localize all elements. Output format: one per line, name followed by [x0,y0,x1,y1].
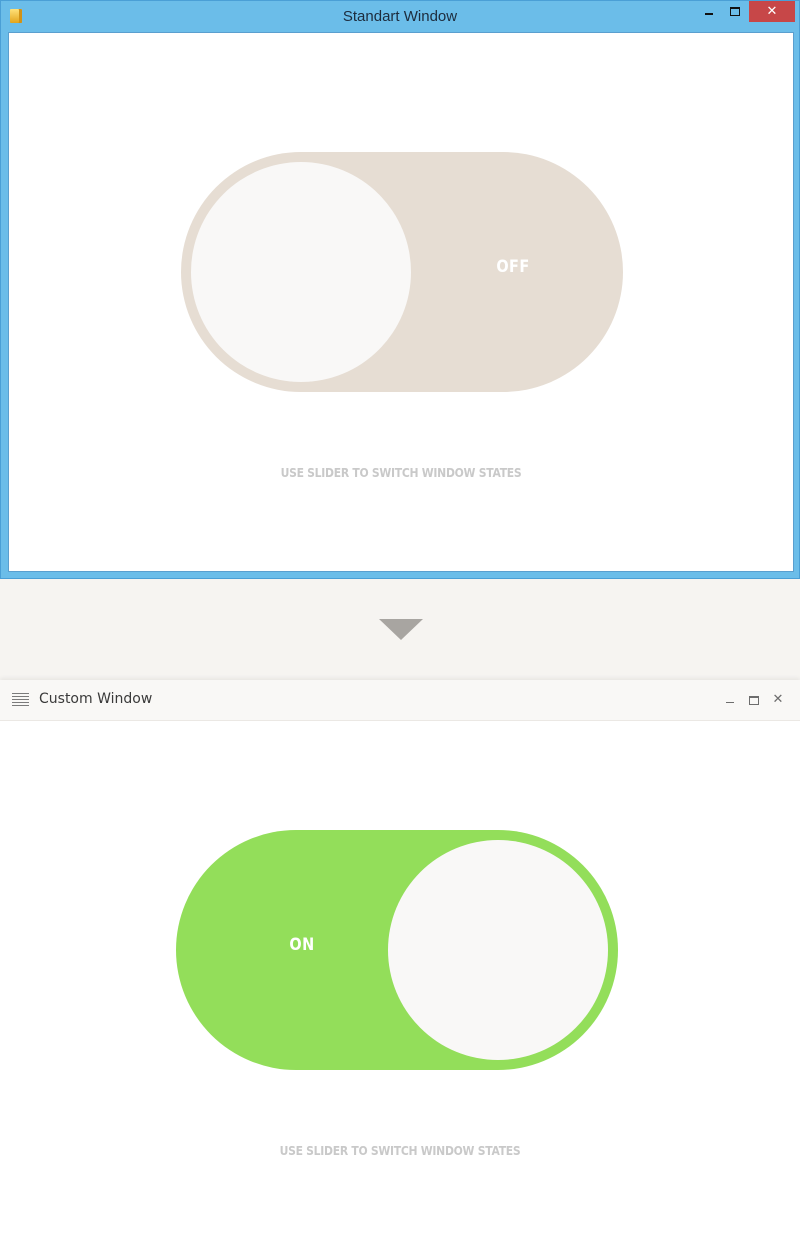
triangle-down-icon [379,619,423,640]
toggle-knob[interactable] [388,840,608,1060]
standard-window-title: Standart Window [342,8,458,25]
window-state-toggle-on[interactable]: ON [176,830,618,1070]
close-icon: ✕ [766,4,778,19]
maximize-button[interactable] [745,691,763,709]
maximize-button[interactable] [722,1,748,22]
toggle-state-label: OFF [496,257,530,277]
minimize-button[interactable] [721,691,739,709]
hint-text: USE SLIDER TO SWITCH WINDOW STATES [280,466,522,480]
custom-window-titlebar[interactable]: Custom Window ✕ [0,680,800,721]
close-button[interactable]: ✕ [769,691,787,709]
close-icon: ✕ [772,692,784,707]
hamburger-menu-icon[interactable] [12,693,29,707]
standard-window: Standart Window ✕ OFF USE SLIDER TO SWIT… [0,0,800,579]
hint-text: USE SLIDER TO SWITCH WINDOW STATES [279,1144,521,1158]
custom-window-title: Custom Window [39,691,153,707]
toggle-state-label: ON [289,935,315,955]
standard-window-content: OFF USE SLIDER TO SWITCH WINDOW STATES [8,32,794,572]
standard-window-titlebar[interactable]: Standart Window ✕ [1,1,799,32]
close-button[interactable]: ✕ [749,1,795,22]
toggle-knob[interactable] [191,162,411,382]
custom-window: Custom Window ✕ ON USE SLIDER TO SWITCH … [0,680,800,1255]
window-state-toggle-off[interactable]: OFF [181,152,623,392]
minimize-button[interactable] [696,1,722,22]
